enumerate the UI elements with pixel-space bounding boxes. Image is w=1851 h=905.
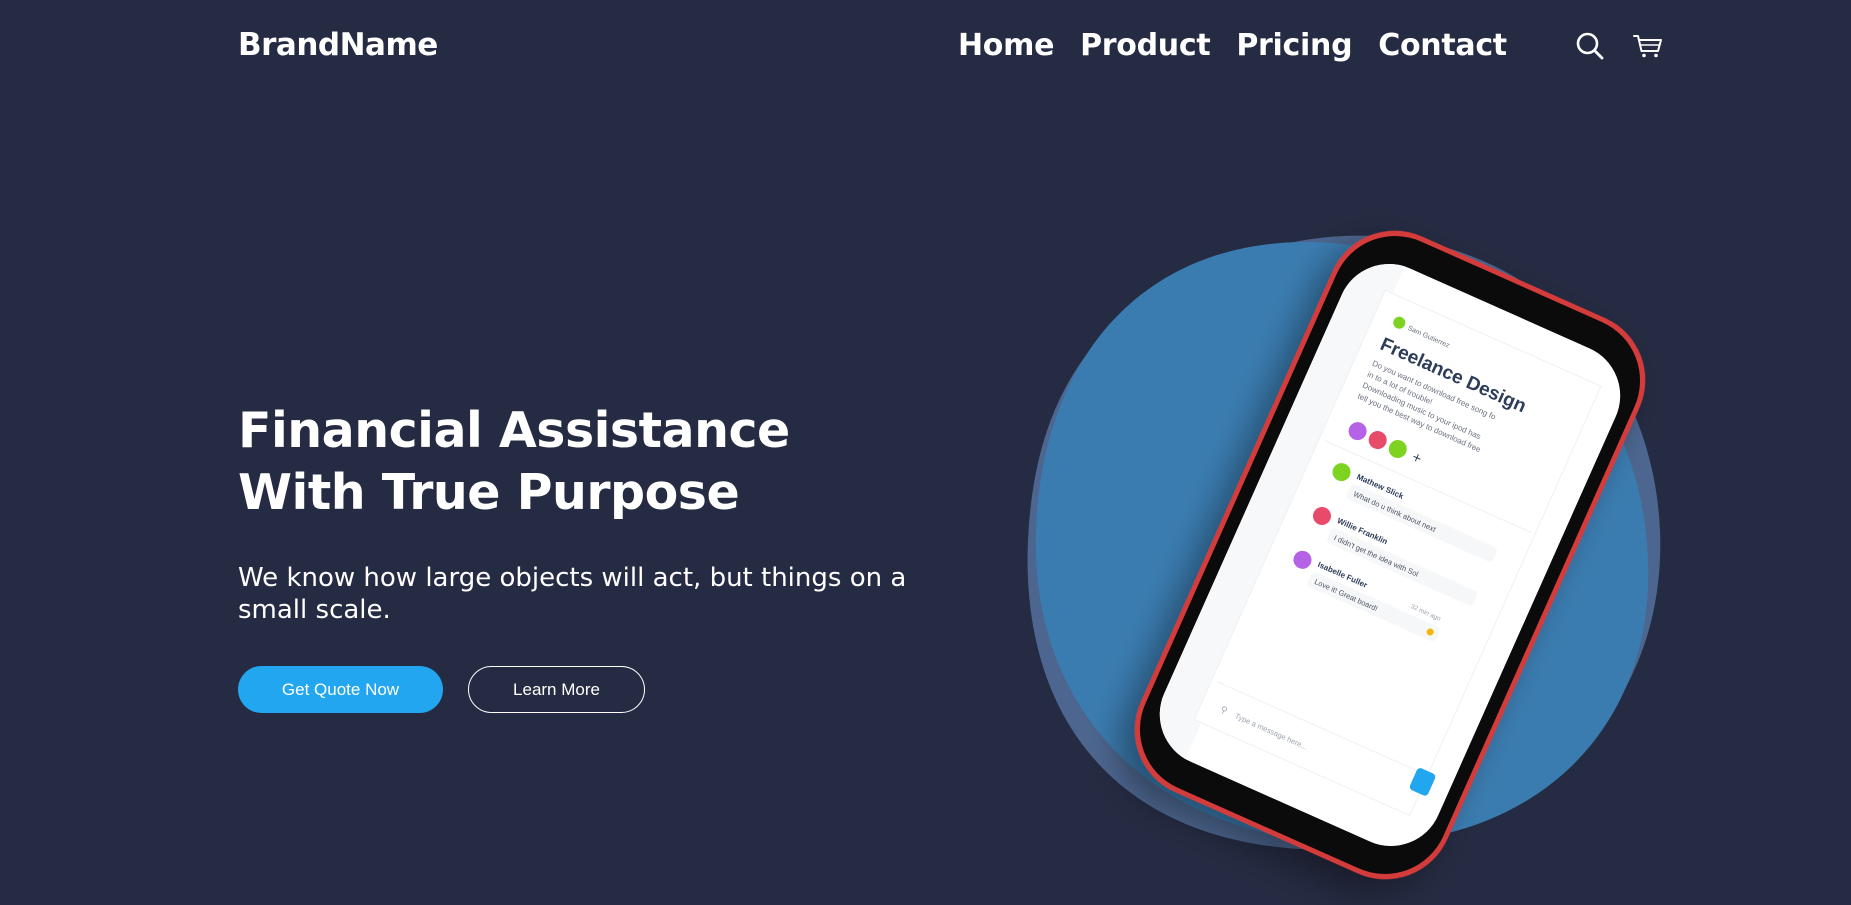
hero-subtitle: We know how large objects will act, but … [238,563,907,625]
brand-logo[interactable]: BrandName [238,27,438,63]
cart-button[interactable] [1630,28,1666,64]
learn-more-button[interactable]: Learn More [468,666,645,713]
get-quote-button[interactable]: Get Quote Now [238,666,443,713]
hero-title-line-1: Financial Assistance [238,402,790,459]
hero-title: Financial Assistance With True Purpose [238,400,790,524]
nav-link-pricing[interactable]: Pricing [1236,28,1352,63]
nav-link-home[interactable]: Home [958,28,1054,63]
nav-link-contact[interactable]: Contact [1378,28,1507,63]
main-menu: Home Product Pricing Contact [958,28,1507,63]
top-navigation: BrandName Home Product Pricing Contact [0,0,1851,95]
hero-illustration: Sam Gutierrez Freelance Design Do you wa… [1027,230,1661,880]
hero-title-line-2: With True Purpose [238,464,740,521]
search-button[interactable] [1572,28,1608,64]
search-icon [1576,32,1604,60]
cart-icon [1633,35,1662,58]
nav-link-product[interactable]: Product [1080,28,1211,63]
